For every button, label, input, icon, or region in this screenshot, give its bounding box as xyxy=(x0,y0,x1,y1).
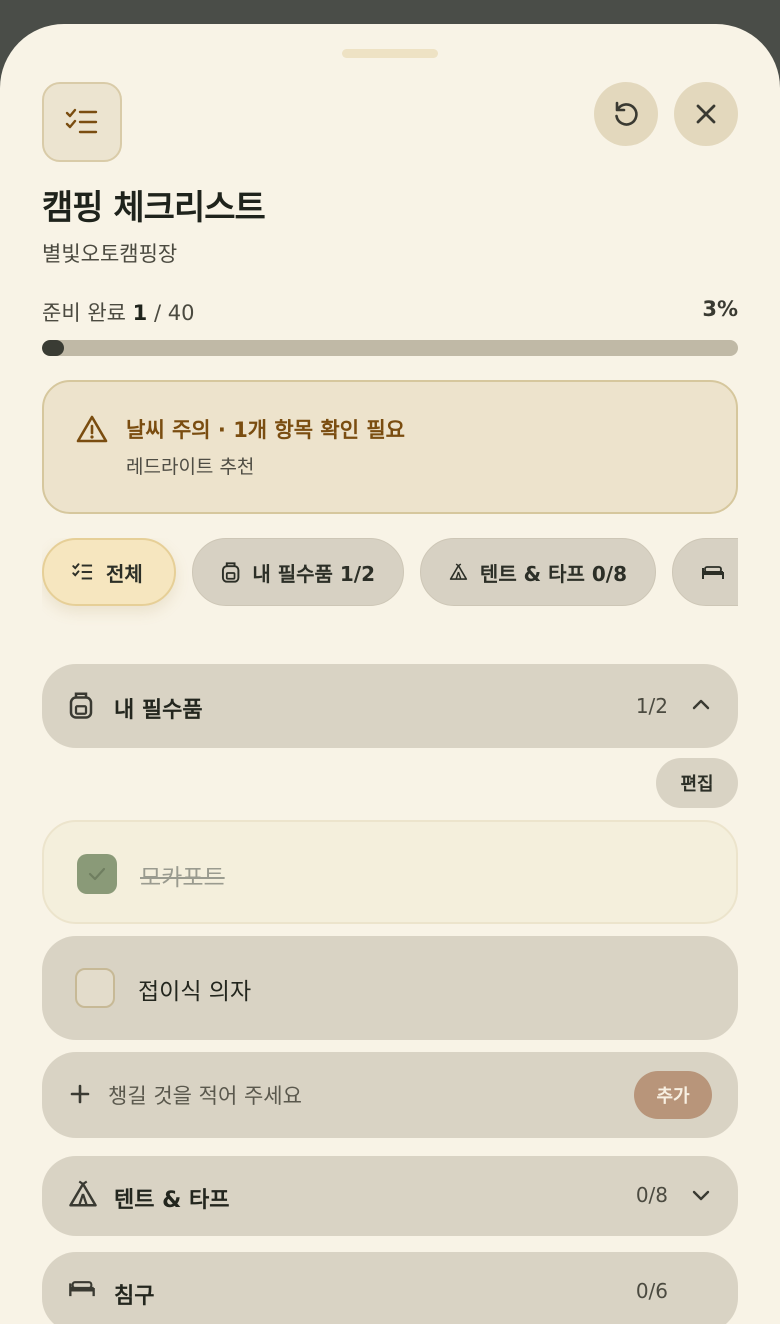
warning-icon xyxy=(76,415,108,443)
page-title: 캠핑 체크리스트 xyxy=(42,188,266,228)
progress-bar-fill xyxy=(42,340,64,356)
section-title: 텐트 & 타프 xyxy=(114,1188,230,1213)
backpack-icon xyxy=(69,692,93,719)
chip-all-label: 전체 xyxy=(106,561,143,586)
section-count: 1/2 xyxy=(635,694,668,718)
reset-button[interactable] xyxy=(594,82,658,146)
chevron-up-icon xyxy=(692,699,710,710)
chip-bedding[interactable] xyxy=(672,538,738,606)
weather-warning-card[interactable]: 날씨 주의 · 1개 항목 확인 필요 레드라이트 추천 xyxy=(42,380,738,514)
progress-label-text: 준비 완료 xyxy=(42,301,126,325)
section-header-tent-tarp[interactable]: 텐트 & 타프 0/8 xyxy=(42,1156,738,1236)
add-item-button[interactable]: 추가 xyxy=(634,1071,712,1119)
bed-icon xyxy=(702,566,724,579)
section-count: 0/8 xyxy=(635,1183,668,1207)
backpack-icon xyxy=(221,562,240,583)
tent-icon xyxy=(69,1180,97,1207)
checklist-sheet: 캠핑 체크리스트 별빛오토캠핑장 준비 완료 1 / 40 3% 날씨 주의 ·… xyxy=(0,24,780,1324)
sheet-drag-handle[interactable] xyxy=(342,49,438,58)
section-title: 내 필수품 xyxy=(114,698,203,723)
progress-total: / 40 xyxy=(153,301,195,325)
item-label: 모카포트 xyxy=(140,865,225,891)
close-button[interactable] xyxy=(674,82,738,146)
section-header-essentials[interactable]: 내 필수품 1/2 xyxy=(42,664,738,748)
tent-icon xyxy=(449,563,468,580)
checklist-icon xyxy=(72,563,93,580)
category-filter-chips: 전체 내 필수품 1/2 텐트 & 타프 0/8 xyxy=(42,538,738,626)
reset-icon xyxy=(615,101,638,126)
checklist-icon xyxy=(65,108,98,134)
item-label: 접이식 의자 xyxy=(138,979,252,1005)
chip-tent-tarp-label: 텐트 & 타프 0/8 xyxy=(479,561,627,586)
chip-tent-tarp[interactable]: 텐트 & 타프 0/8 xyxy=(420,538,656,606)
add-item-row: 추가 xyxy=(42,1052,738,1138)
progress-bar xyxy=(42,340,738,356)
campsite-name: 별빛오토캠핑장 xyxy=(42,242,178,266)
chip-all[interactable]: 전체 xyxy=(42,538,176,606)
section-count: 0/6 xyxy=(635,1279,668,1303)
section-title: 침구 xyxy=(114,1284,155,1309)
progress-label: 준비 완료 1 / 40 xyxy=(42,297,194,327)
checklist-item[interactable]: 접이식 의자 xyxy=(42,936,738,1040)
checklist-app-icon xyxy=(42,82,122,162)
section-header-bedding[interactable]: 침구 0/6 xyxy=(42,1252,738,1324)
bed-icon xyxy=(69,1281,95,1297)
progress-percent: 3% xyxy=(702,297,738,321)
item-checkbox[interactable] xyxy=(75,968,115,1008)
warning-title: 날씨 주의 · 1개 항목 확인 필요 xyxy=(126,418,405,442)
close-icon xyxy=(696,104,716,124)
plus-icon xyxy=(70,1084,90,1104)
checklist-item[interactable]: 모카포트 xyxy=(42,820,738,924)
chip-essentials[interactable]: 내 필수품 1/2 xyxy=(192,538,404,606)
add-item-input[interactable] xyxy=(108,1076,608,1116)
check-icon xyxy=(88,867,106,881)
item-checkbox-checked[interactable] xyxy=(77,854,117,894)
chevron-down-icon xyxy=(692,1190,710,1201)
edit-button[interactable]: 편집 xyxy=(656,758,738,808)
progress-done-count: 1 xyxy=(132,301,148,325)
chip-essentials-label: 내 필수품 1/2 xyxy=(252,561,375,586)
warning-subtitle: 레드라이트 추천 xyxy=(126,456,255,478)
